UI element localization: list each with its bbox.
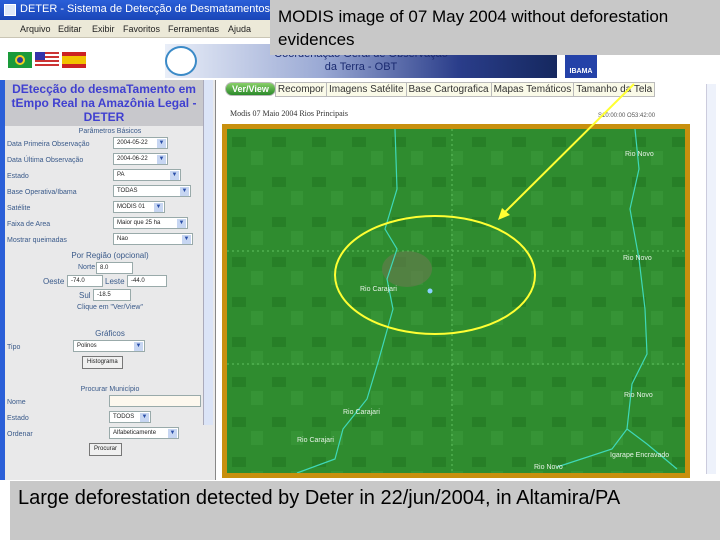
map-caption: Modis 07 Maio 2004 Rios Principais bbox=[230, 109, 349, 118]
tab-recompor[interactable]: Recompor bbox=[274, 82, 328, 97]
basic-params-heading: Parâmetros Básicos bbox=[78, 128, 142, 135]
search-heading: Procurar Município bbox=[80, 386, 140, 393]
search-button[interactable]: Procurar bbox=[89, 443, 123, 456]
menu-ferramentas[interactable]: Ferramentas bbox=[168, 24, 219, 34]
nome-label: Nome bbox=[7, 399, 26, 406]
banner-line2: da Terra - OBT bbox=[324, 61, 398, 73]
map-label: Rio Novo bbox=[534, 464, 563, 471]
inpe-logo-icon bbox=[165, 46, 197, 76]
area-select[interactable]: Maior que 25 ha ▼ bbox=[113, 217, 188, 229]
chevron-down-icon: ▼ bbox=[134, 342, 143, 351]
select-value: MODIS 01 bbox=[117, 204, 146, 210]
flag-usa-icon[interactable] bbox=[35, 52, 59, 68]
first-date-select[interactable]: 2004-05-22 ▼ bbox=[113, 137, 168, 149]
tab-tamanho-tela[interactable]: Tamanho da Tela bbox=[573, 82, 656, 97]
chevron-down-icon: ▼ bbox=[170, 171, 179, 180]
menu-arquivo[interactable]: Arquivo bbox=[20, 24, 51, 34]
menu-favoritos[interactable]: Favoritos bbox=[123, 24, 160, 34]
field-label: Faixa de Area bbox=[7, 221, 51, 228]
norte-label: Norte bbox=[78, 264, 96, 271]
menu-ajuda[interactable]: Ajuda bbox=[228, 24, 251, 34]
map-tabs: Ver/View Recompor Imagens Satélite Base Car… bbox=[225, 82, 656, 97]
slide-caption: Large deforestation detected by Deter in… bbox=[10, 481, 720, 540]
graph-type-select[interactable]: Polinos ▼ bbox=[73, 340, 145, 352]
tab-base-cartografica[interactable]: Base Cartografica bbox=[405, 82, 492, 97]
location-marker-icon bbox=[427, 288, 433, 294]
chevron-down-icon: ▼ bbox=[168, 429, 177, 438]
sul-input[interactable]: -18.5 bbox=[93, 289, 131, 301]
right-scrollbar[interactable] bbox=[706, 84, 716, 474]
map-label: Igarape Encravado bbox=[610, 452, 670, 459]
map-label: Rio Novo bbox=[625, 151, 654, 158]
tab-mapas-tematicos[interactable]: Mapas Temáticos bbox=[490, 82, 575, 97]
oeste-input[interactable]: -74.0 bbox=[67, 275, 103, 287]
map-image bbox=[227, 129, 685, 473]
select-value: Polinos bbox=[77, 343, 97, 349]
slide-annotation: MODIS image of 07 May 2004 without defor… bbox=[270, 0, 720, 55]
select-value: PA bbox=[117, 172, 125, 178]
chevron-down-icon: ▼ bbox=[154, 203, 163, 212]
last-date-select[interactable]: 2004-06-22 ▼ bbox=[113, 153, 168, 165]
flag-spain-icon[interactable] bbox=[62, 52, 86, 68]
base-select[interactable]: TODAS ▼ bbox=[113, 185, 191, 197]
chevron-down-icon: ▼ bbox=[157, 139, 166, 148]
municipality-name-input[interactable] bbox=[109, 395, 201, 407]
select-value: 2004-05-22 bbox=[117, 140, 148, 146]
select-value: Maior que 25 ha bbox=[117, 220, 161, 226]
chevron-down-icon: ▼ bbox=[140, 413, 149, 422]
map-label: Rio Carajari bbox=[343, 409, 380, 416]
panel-title: DEtecção do desmaTamento em tEmpo Real n… bbox=[5, 80, 203, 126]
chevron-down-icon: ▼ bbox=[157, 155, 166, 164]
fires-select[interactable]: Nao ▼ bbox=[113, 233, 193, 245]
field-label: Satélite bbox=[7, 205, 31, 212]
select-value: Alfabeticamente bbox=[113, 430, 157, 436]
menu-exibir[interactable]: Exibir bbox=[92, 24, 115, 34]
histogram-button[interactable]: Histograma bbox=[82, 356, 123, 369]
norte-input[interactable]: 8.0 bbox=[96, 262, 133, 274]
ver-view-button[interactable]: Ver/View bbox=[225, 82, 276, 96]
region-heading: Por Região (opcional) bbox=[71, 251, 149, 260]
field-label: Base Operativa/Ibama bbox=[7, 189, 77, 196]
select-value: Nao bbox=[117, 236, 129, 242]
satellite-map[interactable]: Rio Novo Rio Novo Rio Carajari Rio Caraj… bbox=[222, 124, 690, 478]
estado-label: Estado bbox=[7, 415, 29, 422]
sul-label: Sul bbox=[79, 291, 91, 300]
select-value: TODAS bbox=[117, 188, 138, 194]
leste-input[interactable]: -44.0 bbox=[127, 275, 167, 287]
select-value: 2004-06-22 bbox=[117, 156, 148, 162]
left-scrollbar[interactable] bbox=[203, 80, 213, 425]
deforestation-patch bbox=[382, 251, 432, 287]
tipo-label: Tipo bbox=[7, 344, 21, 351]
ordenar-label: Ordenar bbox=[7, 431, 33, 438]
map-label: Rio Carajari bbox=[297, 437, 334, 444]
satellite-select[interactable]: MODIS 01 ▼ bbox=[113, 201, 165, 213]
chevron-down-icon: ▼ bbox=[182, 235, 191, 244]
filter-panel: DEtecção do desmaTamento em tEmpo Real n… bbox=[0, 80, 215, 480]
tab-imagens-satelite[interactable]: Imagens Satélite bbox=[326, 82, 407, 97]
search-state-select[interactable]: TODOS ▼ bbox=[109, 411, 151, 423]
flag-brazil-icon[interactable] bbox=[8, 52, 32, 68]
leste-label: Leste bbox=[105, 277, 125, 286]
oeste-label: Oeste bbox=[43, 277, 65, 286]
map-label: Rio Novo bbox=[623, 255, 652, 262]
field-label: Data Primeira Observação bbox=[7, 141, 90, 148]
order-select[interactable]: Alfabeticamente ▼ bbox=[109, 427, 179, 439]
chevron-down-icon: ▼ bbox=[180, 187, 189, 196]
menu-editar[interactable]: Editar bbox=[58, 24, 82, 34]
field-label: Data Última Observação bbox=[7, 157, 84, 164]
graphs-heading: Gráficos bbox=[95, 329, 125, 338]
state-select[interactable]: PA ▼ bbox=[113, 169, 181, 181]
app-icon bbox=[4, 4, 16, 16]
field-label: Estado bbox=[7, 173, 29, 180]
select-value: TODOS bbox=[113, 414, 135, 420]
map-label: Rio Novo bbox=[624, 392, 653, 399]
map-label: Rio Carajari bbox=[360, 286, 397, 293]
region-hint: Clique em "Ver/View" bbox=[77, 304, 143, 311]
map-coordinates: S10:00:00 O53:42:00 bbox=[598, 113, 656, 119]
field-label: Mostrar queimadas bbox=[7, 237, 67, 244]
chevron-down-icon: ▼ bbox=[177, 219, 186, 228]
